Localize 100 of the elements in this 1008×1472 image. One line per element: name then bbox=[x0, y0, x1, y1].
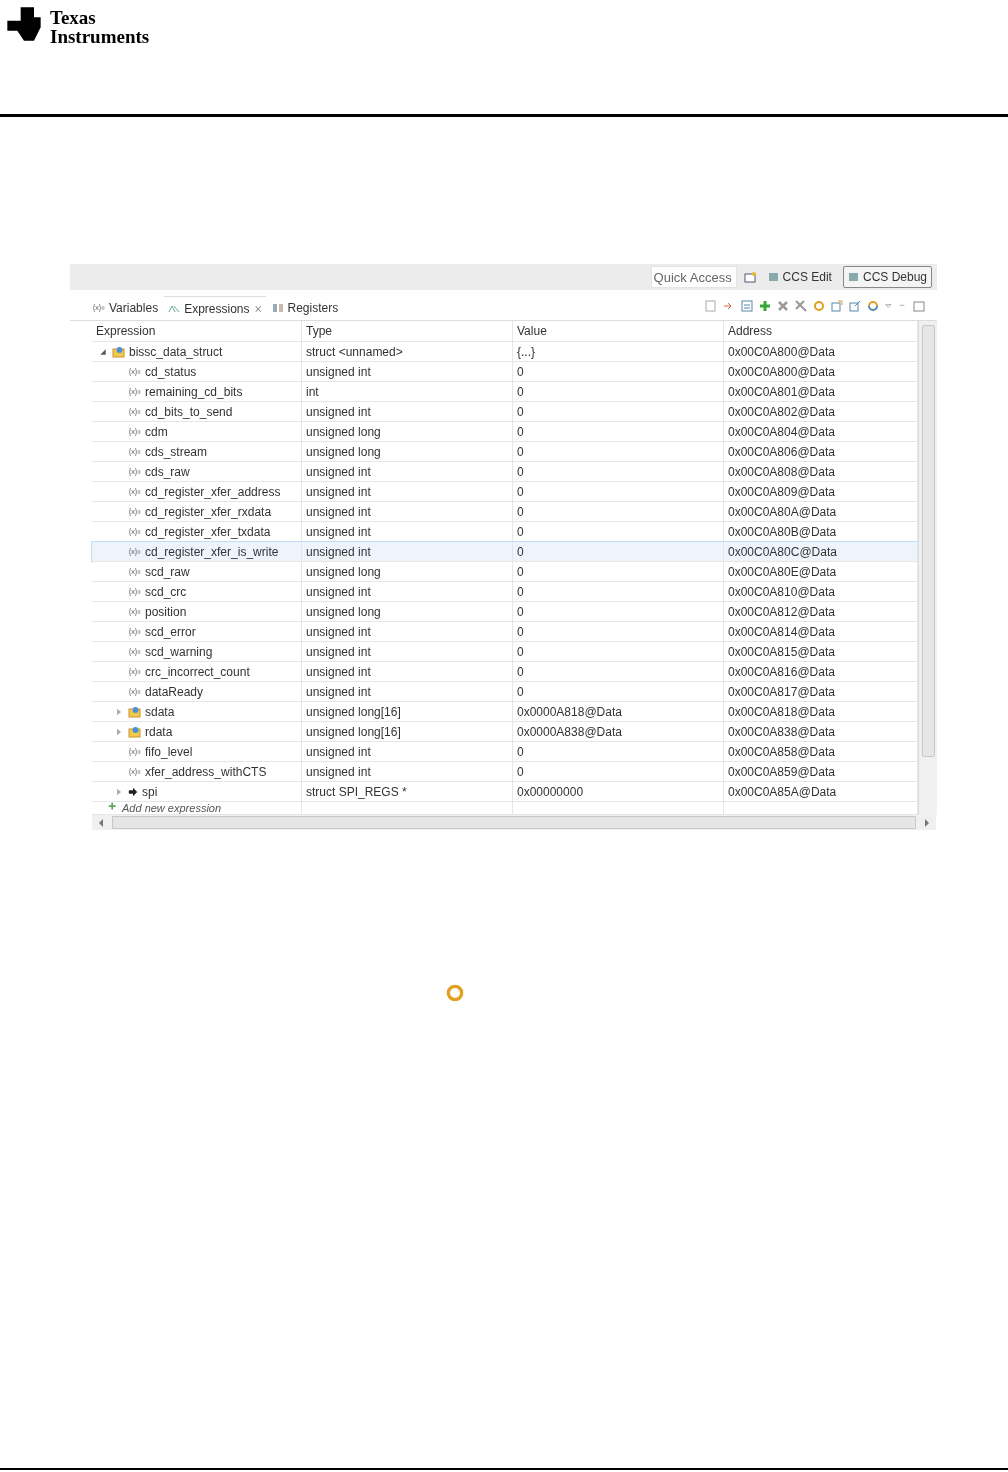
type-text: struct <unnamed> bbox=[306, 344, 403, 359]
expand-icon[interactable] bbox=[115, 707, 123, 716]
close-all-icon[interactable] bbox=[795, 300, 807, 312]
perspective-icon bbox=[847, 271, 860, 283]
registers-icon bbox=[271, 302, 284, 314]
value-text: 0 bbox=[517, 664, 524, 679]
export-icon[interactable] bbox=[831, 300, 843, 312]
address-text: 0x00C0A806@Data bbox=[728, 444, 835, 459]
type-text: unsigned int bbox=[306, 464, 371, 479]
value-text: 0 bbox=[517, 364, 524, 379]
expand-icon[interactable] bbox=[115, 787, 123, 796]
value-text: 0 bbox=[517, 484, 524, 499]
variable-icon bbox=[128, 425, 141, 438]
table-row[interactable]: scd_warning unsigned int 0 0x00C0A815@Data bbox=[92, 642, 918, 662]
table-row[interactable]: cdm unsigned long 0 0x00C0A804@Data bbox=[92, 422, 918, 442]
type-text: unsigned int bbox=[306, 404, 371, 419]
table-row[interactable]: dataReady unsigned int 0 0x00C0A817@Data bbox=[92, 682, 918, 702]
expression-name: spi bbox=[142, 784, 158, 799]
expression-name: cds_stream bbox=[145, 444, 208, 459]
expression-name: scd_raw bbox=[145, 564, 190, 579]
address-text: 0x00C0A80A@Data bbox=[728, 504, 837, 519]
maximize-icon[interactable] bbox=[913, 300, 925, 312]
value-text: 0 bbox=[517, 464, 524, 479]
table-row[interactable]: cd_register_xfer_rxdata unsigned int 0 0x00C0A80A@Data bbox=[92, 502, 918, 522]
perspective-button[interactable]: CCS Debug bbox=[842, 266, 932, 288]
window-icon[interactable] bbox=[742, 271, 757, 283]
plus-icon[interactable] bbox=[759, 300, 771, 312]
add-expression-text[interactable]: Add new expression bbox=[122, 802, 222, 814]
table-row[interactable]: position unsigned long 0 0x00C0A812@Data bbox=[92, 602, 918, 622]
folder-icon bbox=[128, 705, 141, 718]
value-text: 0 bbox=[517, 644, 524, 659]
perspective-button[interactable]: CCS Edit bbox=[762, 266, 837, 288]
column-header[interactable]: Type bbox=[306, 324, 332, 338]
value-text: 0 bbox=[517, 584, 524, 599]
variable-icon bbox=[128, 765, 141, 778]
view-tab[interactable]: Registers bbox=[267, 296, 343, 320]
column-header[interactable]: Expression bbox=[96, 324, 156, 338]
column-header[interactable]: Address bbox=[728, 324, 773, 338]
type-text: unsigned int bbox=[306, 624, 371, 639]
value-text: 0 bbox=[517, 764, 524, 779]
type-text: unsigned int bbox=[306, 484, 371, 499]
expression-name: bissc_data_struct bbox=[129, 344, 223, 359]
value-text: 0 bbox=[517, 404, 524, 419]
value-text: 0 bbox=[517, 624, 524, 639]
table-row[interactable]: fifo_level unsigned int 0 0x00C0A858@Data bbox=[92, 742, 918, 762]
type-text: unsigned int bbox=[306, 584, 371, 599]
import-icon[interactable] bbox=[849, 300, 861, 312]
value-text: 0x00000000 bbox=[517, 784, 584, 799]
table-row[interactable]: sdata unsigned long[16] 0x0000A818@Data 0x00C0A818@Data bbox=[92, 702, 918, 722]
expression-name: cd_status bbox=[145, 364, 197, 379]
table-row[interactable]: spi struct SPI_REGS * 0x00000000 0x00C0A85A@Data bbox=[92, 782, 918, 802]
close-icon[interactable] bbox=[777, 300, 789, 312]
expression-name: rdata bbox=[145, 724, 173, 739]
column-header[interactable]: Value bbox=[517, 324, 547, 338]
variable-icon bbox=[128, 645, 141, 658]
type-text: unsigned long[16] bbox=[306, 704, 401, 719]
value-text: 0 bbox=[517, 424, 524, 439]
address-text: 0x00C0A80C@Data bbox=[728, 544, 837, 559]
variable-icon bbox=[128, 585, 141, 598]
table-row[interactable]: scd_error unsigned int 0 0x00C0A814@Data bbox=[92, 622, 918, 642]
view-tab[interactable]: Variables bbox=[88, 296, 163, 320]
table-row[interactable]: cd_status unsigned int 0 0x00C0A800@Data bbox=[92, 362, 918, 382]
list-icon[interactable] bbox=[741, 300, 753, 312]
table-row[interactable]: cds_stream unsigned long 0 0x00C0A806@Data bbox=[92, 442, 918, 462]
scroll-right-icon[interactable] bbox=[924, 818, 930, 827]
table-row[interactable]: rdata unsigned long[16] 0x0000A838@Data 0x00C0A838@Data bbox=[92, 722, 918, 742]
scroll-left-icon[interactable] bbox=[98, 818, 104, 827]
table-row[interactable]: scd_crc unsigned int 0 0x00C0A810@Data bbox=[92, 582, 918, 602]
table-row[interactable]: cd_register_xfer_address unsigned int 0 0x00C0A809@Data bbox=[92, 482, 918, 502]
variable-icon bbox=[128, 505, 141, 518]
vertical-scrollbar[interactable] bbox=[918, 321, 937, 815]
close-icon[interactable]: ⨯ bbox=[253, 303, 262, 314]
value-text: 0 bbox=[517, 744, 524, 759]
table-row[interactable]: cd_bits_to_send unsigned int 0 0x00C0A802@Data bbox=[92, 402, 918, 422]
horizontal-scrollbar[interactable] bbox=[92, 815, 936, 830]
type-text: unsigned int bbox=[306, 524, 371, 539]
expression-name: crc_incorrect_count bbox=[145, 664, 250, 679]
address-text: 0x00C0A808@Data bbox=[728, 464, 835, 479]
type-text: unsigned long bbox=[306, 604, 381, 619]
address-text: 0x00C0A814@Data bbox=[728, 624, 835, 639]
type-text: int bbox=[306, 384, 319, 399]
variable-icon bbox=[128, 525, 141, 538]
table-row[interactable]: bissc_data_struct struct <unnamed> {...} 0x00C0A800@Data bbox=[92, 342, 918, 362]
table-row[interactable]: cd_register_xfer_is_write unsigned int 0 0x00C0A80C@Data bbox=[92, 542, 918, 562]
quick-access-field[interactable]: Quick Access bbox=[650, 266, 737, 288]
address-text: 0x00C0A804@Data bbox=[728, 424, 835, 439]
table-row[interactable]: cd_register_xfer_txdata unsigned int 0 0x00C0A80B@Data bbox=[92, 522, 918, 542]
table-row[interactable]: scd_raw unsigned long 0 0x00C0A80E@Data bbox=[92, 562, 918, 582]
expand-icon[interactable] bbox=[115, 727, 123, 736]
variable-icon bbox=[128, 365, 141, 378]
table-row[interactable]: crc_incorrect_count unsigned int 0 0x00C0A816@Data bbox=[92, 662, 918, 682]
table-row[interactable]: remaining_cd_bits int 0 0x00C0A801@Data bbox=[92, 382, 918, 402]
collapse-icon[interactable] bbox=[99, 347, 107, 356]
table-row[interactable]: xfer_address_withCTS unsigned int 0 0x00C0A859@Data bbox=[92, 762, 918, 782]
variable-icon bbox=[128, 485, 141, 498]
value-text: 0 bbox=[517, 444, 524, 459]
table-row[interactable]: cds_raw unsigned int 0 0x00C0A808@Data bbox=[92, 462, 918, 482]
address-text: 0x00C0A85A@Data bbox=[728, 784, 837, 799]
address-text: 0x00C0A801@Data bbox=[728, 384, 835, 399]
address-text: 0x00C0A810@Data bbox=[728, 584, 835, 599]
